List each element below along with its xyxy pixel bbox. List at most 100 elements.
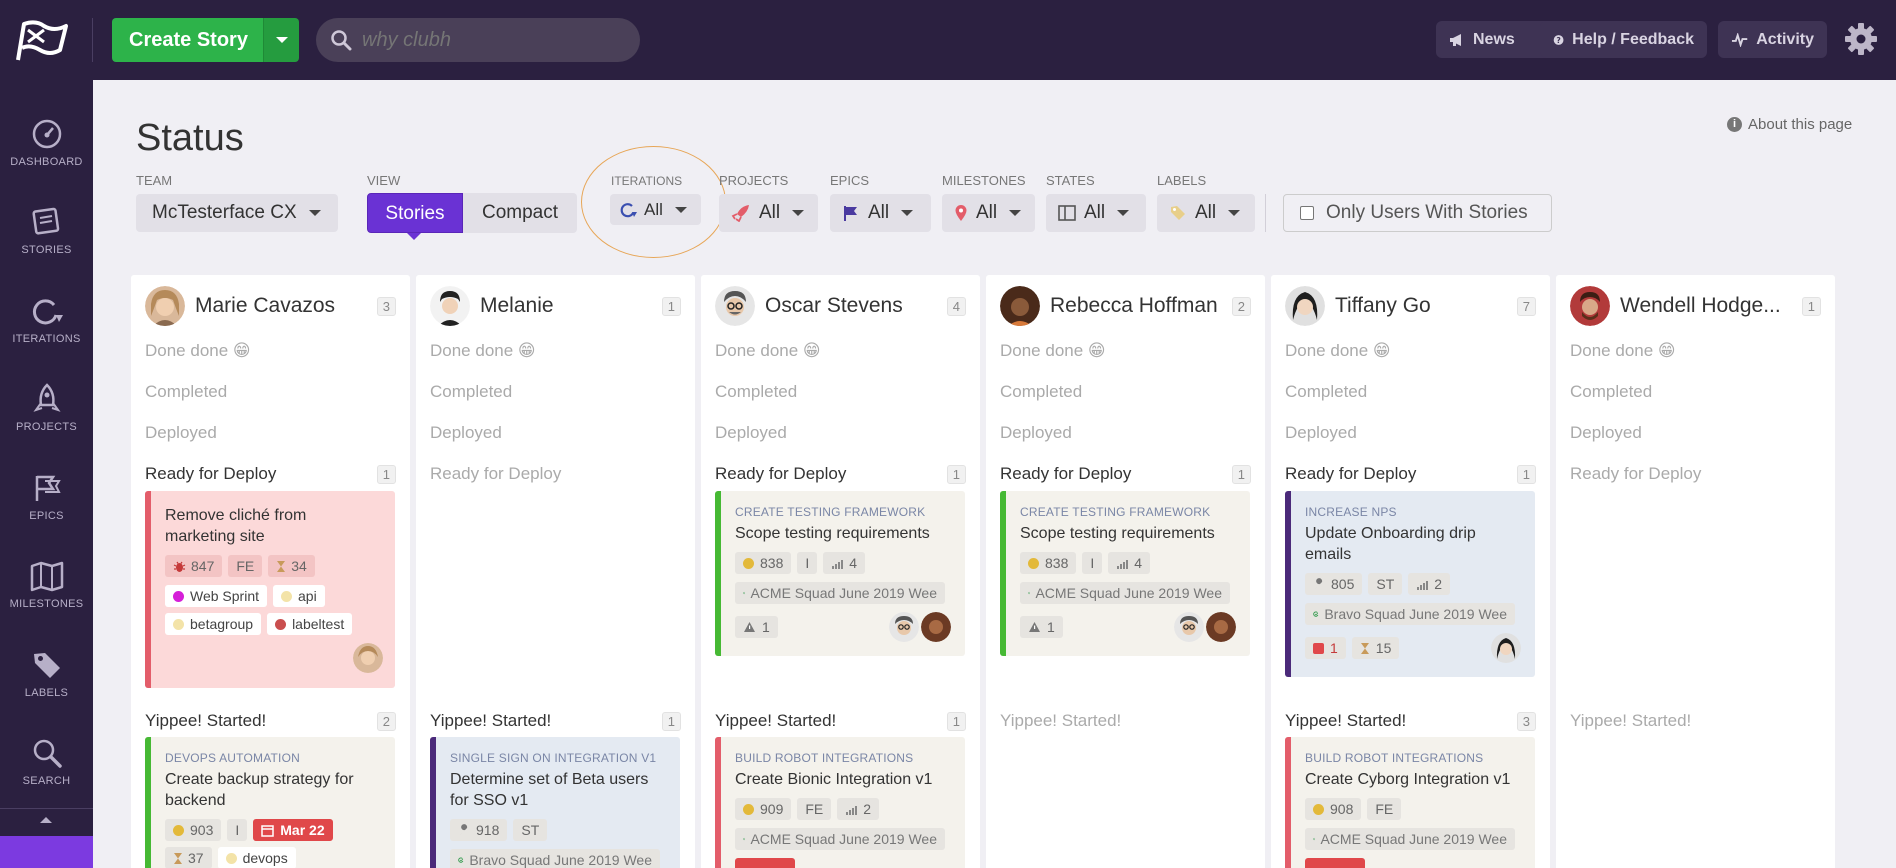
column-user-name[interactable]: Wendell Hodge... (1620, 294, 1802, 318)
avatar[interactable] (1000, 286, 1040, 326)
story-epic[interactable]: CREATE TESTING FRAMEWORK (1020, 505, 1236, 519)
avatar[interactable] (1206, 612, 1236, 642)
only-users-with-stories-toggle[interactable]: Only Users With Stories (1283, 194, 1552, 232)
sidebar-item-epics[interactable]: EPICS (0, 472, 93, 560)
story-card[interactable]: CREATE TESTING FRAMEWORK Scope testing r… (715, 491, 965, 656)
avatar[interactable] (1570, 286, 1610, 326)
story-epic[interactable]: CREATE TESTING FRAMEWORK (735, 505, 951, 519)
story-meta: 908 FE (1305, 798, 1521, 820)
sidebar-collapse-button[interactable] (0, 808, 93, 828)
create-story-button[interactable]: Create Story (112, 18, 263, 62)
avatar[interactable] (1285, 286, 1325, 326)
avatar[interactable] (353, 643, 383, 673)
iteration-chip[interactable]: ACME Squad June 2019 Wee (1305, 828, 1515, 850)
only-users-checkbox[interactable] (1300, 206, 1314, 220)
avatar[interactable] (715, 286, 755, 326)
story-card[interactable]: BUILD ROBOT INTEGRATIONS Create Cyborg I… (1285, 737, 1535, 868)
story-id-chip: 903 (165, 819, 222, 841)
avatar[interactable] (430, 286, 470, 326)
story-title[interactable]: Create Cyborg Integration v1 (1305, 769, 1521, 790)
labels-select[interactable]: All (1157, 194, 1255, 232)
story-title[interactable]: Create Bionic Integration v1 (735, 769, 951, 790)
sidebar-item-labels[interactable]: LABELS (0, 649, 93, 737)
iteration-chip[interactable]: ACME Squad June 2019 Wee (1020, 582, 1230, 604)
view-compact-button[interactable]: Compact (463, 193, 577, 233)
story-card[interactable]: DEVOPS AUTOMATION Create backup strategy… (145, 737, 395, 868)
column-user-name[interactable]: Tiffany Go (1335, 294, 1517, 318)
story-epic[interactable]: SINGLE SIGN ON INTEGRATION V1 (450, 751, 666, 765)
estimate-bars-icon (1417, 580, 1429, 590)
label-chip[interactable]: labeltest (267, 613, 353, 635)
state-completed: Completed (430, 382, 681, 402)
story-epic[interactable]: INCREASE NPS (1305, 505, 1521, 519)
chevron-down-icon (1117, 210, 1130, 216)
chevron-down-icon (275, 37, 288, 43)
sidebar-item-dashboard[interactable]: DASHBOARD (0, 118, 93, 206)
avatar[interactable] (145, 286, 185, 326)
epics-select[interactable]: All (830, 194, 931, 232)
sidebar-item-projects[interactable]: PROJECTS (0, 383, 93, 471)
label-chip[interactable]: Web Sprint (165, 585, 267, 607)
label-chip[interactable]: devops (217, 847, 296, 868)
about-this-page-link[interactable]: i About this page (1727, 116, 1852, 133)
about-label: About this page (1748, 116, 1853, 133)
story-epic[interactable]: BUILD ROBOT INTEGRATIONS (1305, 751, 1521, 765)
story-meta: 838 I 4 (735, 552, 951, 574)
chevron-down-icon (1228, 210, 1241, 216)
column-user-name[interactable]: Rebecca Hoffman (1050, 294, 1232, 318)
milestones-select[interactable]: All (942, 194, 1035, 232)
avatar[interactable] (1491, 633, 1521, 663)
story-iteration: ACME Squad June 2019 Wee (735, 582, 951, 604)
avatar[interactable] (889, 612, 919, 642)
sidebar-item-milestones[interactable]: MILESTONES (0, 560, 93, 648)
story-title[interactable]: Scope testing requirements (735, 523, 951, 544)
search-box[interactable] (316, 18, 640, 62)
story-count-badge: 7 (1516, 296, 1536, 316)
column-user-name[interactable]: Marie Cavazos (195, 294, 377, 318)
column-user-name[interactable]: Melanie (480, 294, 662, 318)
story-epic[interactable]: BUILD ROBOT INTEGRATIONS (735, 751, 951, 765)
story-type-bar (145, 491, 151, 688)
sidebar-item-stories[interactable]: STORIES (0, 206, 93, 294)
story-title[interactable]: Scope testing requirements (1020, 523, 1236, 544)
iteration-chip[interactable]: ACME Squad June 2019 Wee (735, 828, 945, 850)
create-story-dropdown[interactable] (263, 18, 299, 62)
search-input[interactable] (362, 28, 632, 52)
story-title[interactable]: Determine set of Beta users for SSO v1 (450, 769, 666, 811)
label-chip[interactable]: betagroup (165, 613, 262, 635)
story-title[interactable]: Update Onboarding drip emails (1305, 523, 1521, 565)
story-card[interactable]: INCREASE NPS Update Onboarding drip emai… (1285, 491, 1535, 677)
blocker-icon (1313, 642, 1324, 654)
projects-select[interactable]: All (719, 194, 818, 232)
story-meta: 805 ST 2 (1305, 573, 1521, 595)
state-ready-for-deploy: Ready for Deploy 1 (1000, 464, 1251, 484)
iterations-select[interactable]: All (610, 194, 701, 225)
iteration-chip[interactable]: Bravo Squad June 2019 Wee (450, 849, 660, 868)
gear-icon[interactable] (1844, 22, 1878, 56)
column-user-name[interactable]: Oscar Stevens (765, 294, 947, 318)
story-epic[interactable]: DEVOPS AUTOMATION (165, 751, 381, 765)
view-stories-button[interactable]: Stories (367, 193, 463, 233)
story-title[interactable]: Create backup strategy for backend (165, 769, 381, 811)
label-chip[interactable]: api (273, 585, 325, 607)
story-estimate: 2 (863, 801, 872, 817)
flag-logo-icon[interactable] (14, 20, 70, 62)
user-column-marie-cavazos: Marie Cavazos 3 Done done 😁 Completed De… (131, 275, 410, 868)
avatar[interactable] (1174, 612, 1204, 642)
story-card[interactable]: BUILD ROBOT INTEGRATIONS Create Bionic I… (715, 737, 965, 868)
story-card[interactable]: Remove cliché from marketing site 847 FE… (145, 491, 395, 688)
activity-button[interactable]: Activity (1718, 21, 1827, 58)
story-card[interactable]: CREATE TESTING FRAMEWORK Scope testing r… (1000, 491, 1250, 656)
avatar[interactable] (921, 612, 951, 642)
story-card[interactable]: SINGLE SIGN ON INTEGRATION V1 Determine … (430, 737, 680, 868)
help-feedback-button[interactable]: ? Help / Feedback (1540, 21, 1707, 58)
story-title[interactable]: Remove cliché from marketing site (165, 505, 381, 547)
iteration-chip[interactable]: ACME Squad June 2019 Wee (735, 582, 945, 604)
states-select[interactable]: All (1046, 194, 1146, 232)
iteration-chip[interactable]: Bravo Squad June 2019 Wee (1305, 603, 1515, 625)
team-select[interactable]: McTesterface CX (136, 194, 338, 232)
sidebar-footer-item[interactable] (0, 836, 93, 868)
sidebar-item-iterations[interactable]: ITERATIONS (0, 295, 93, 383)
state-started: Yippee! Started! 3 (1285, 711, 1536, 731)
sidebar-label: LABELS (24, 687, 69, 699)
